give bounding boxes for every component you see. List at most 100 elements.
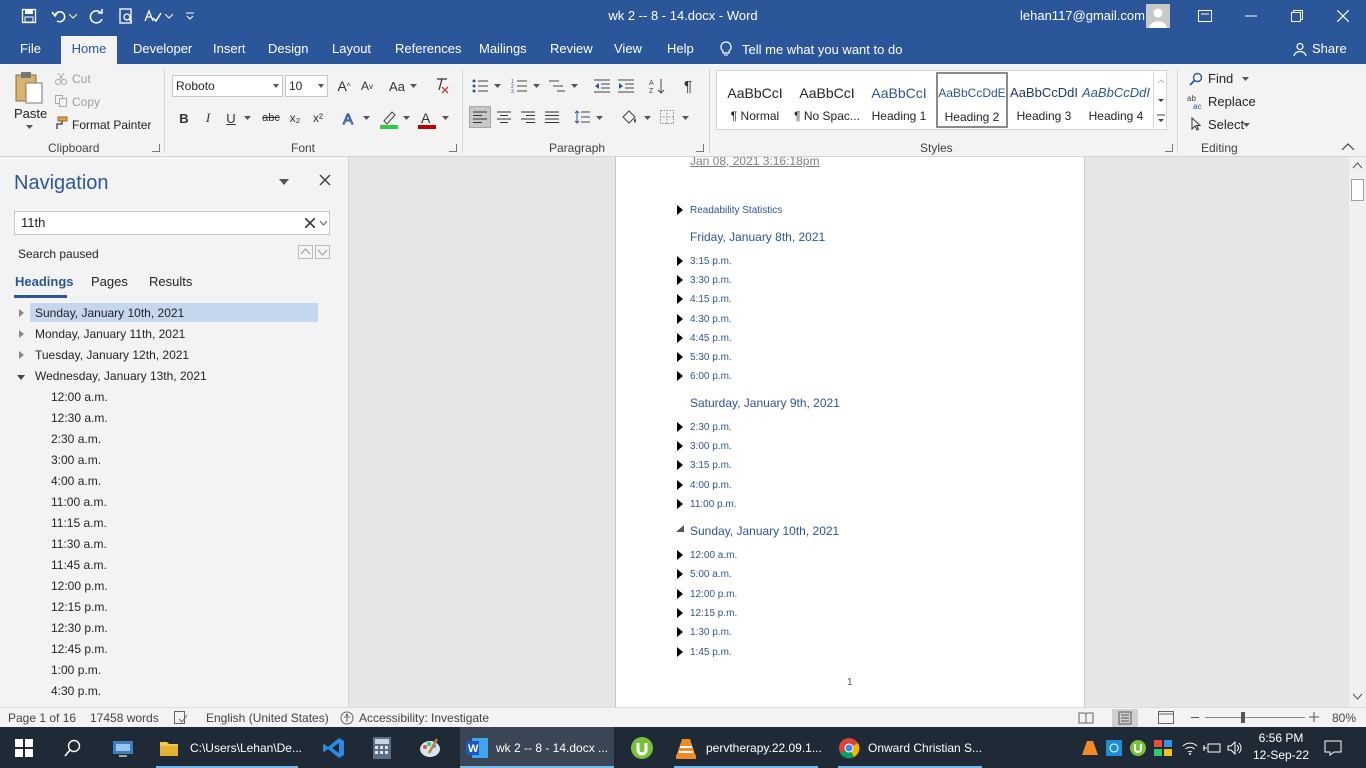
format-painter-button[interactable]: Format Painter bbox=[72, 118, 151, 132]
tray-vlc-icon[interactable] bbox=[1082, 727, 1098, 768]
tab-headings[interactable]: Headings bbox=[15, 274, 74, 289]
nav-subheading-item[interactable]: 11:45 a.m. bbox=[51, 558, 107, 572]
shrink-font-button[interactable]: Av bbox=[357, 75, 377, 97]
web-layout-icon[interactable] bbox=[1158, 711, 1174, 724]
strikethrough-button[interactable]: abc bbox=[260, 108, 282, 128]
expand-time-icon[interactable] bbox=[677, 441, 683, 452]
tell-me-search[interactable]: Tell me what you want to do bbox=[720, 41, 902, 57]
nav-subheading-item[interactable]: 3:00 a.m. bbox=[51, 453, 101, 467]
zoom-out-icon[interactable] bbox=[1191, 717, 1199, 718]
expand-time-icon[interactable] bbox=[677, 607, 683, 618]
clock-time[interactable]: 6:56 PM bbox=[1250, 731, 1312, 745]
nav-subheading-item[interactable]: 12:30 p.m. bbox=[51, 621, 108, 635]
utorrent-icon[interactable] bbox=[628, 727, 656, 768]
find-button[interactable]: Find bbox=[1208, 71, 1233, 86]
share-button[interactable]: Share bbox=[1293, 41, 1347, 56]
tab-view[interactable]: View bbox=[614, 41, 642, 56]
expand-heading-icon[interactable] bbox=[19, 351, 24, 359]
paste-label[interactable]: Paste bbox=[14, 106, 47, 121]
change-case-button[interactable]: Aa bbox=[386, 75, 408, 97]
styles-launcher-icon[interactable] bbox=[1165, 144, 1173, 152]
clock-date[interactable]: 12-Sep-22 bbox=[1250, 748, 1312, 762]
expand-time-icon[interactable] bbox=[677, 332, 683, 343]
search-icon[interactable] bbox=[60, 727, 86, 768]
decrease-indent-icon[interactable] bbox=[592, 76, 612, 96]
shading-dropdown-icon[interactable] bbox=[642, 115, 652, 121]
document-area[interactable]: Jan 08, 2021 3:16:18pm Readability Stati… bbox=[350, 157, 1349, 707]
previous-result-icon[interactable] bbox=[298, 245, 313, 259]
nav-subheading-item[interactable]: 12:15 p.m. bbox=[51, 600, 108, 614]
italic-button[interactable]: I bbox=[199, 108, 217, 128]
task-view-icon[interactable] bbox=[108, 727, 138, 768]
paint-icon[interactable] bbox=[416, 727, 444, 768]
style-heading-1[interactable]: AaBbCcI Heading 1 bbox=[863, 71, 935, 129]
copy-button[interactable]: Copy bbox=[72, 95, 100, 109]
numbering-dropdown-icon[interactable] bbox=[531, 83, 541, 89]
nav-subheading-item[interactable]: 4:00 a.m. bbox=[51, 474, 101, 488]
expand-time-icon[interactable] bbox=[677, 460, 683, 471]
tab-layout[interactable]: Layout bbox=[332, 41, 371, 56]
expand-time-icon[interactable] bbox=[677, 256, 683, 266]
vertical-scrollbar[interactable] bbox=[1349, 157, 1366, 707]
nav-subheading-item[interactable]: 11:15 a.m. bbox=[51, 516, 107, 530]
font-size-combo[interactable]: 10 bbox=[285, 75, 328, 97]
accessibility-status[interactable]: Accessibility: Investigate bbox=[359, 711, 489, 725]
sort-icon[interactable]: AZ bbox=[647, 76, 667, 96]
expand-time-icon[interactable] bbox=[677, 550, 683, 560]
multilevel-dropdown-icon[interactable] bbox=[569, 83, 579, 89]
nav-heading-item[interactable]: Wednesday, January 13th, 2021 bbox=[35, 369, 207, 383]
font-launcher-icon[interactable] bbox=[449, 144, 457, 152]
expand-time-icon[interactable] bbox=[677, 479, 683, 490]
word-count[interactable]: 17458 words bbox=[90, 711, 159, 725]
windows-start-icon[interactable] bbox=[12, 727, 36, 768]
nav-subheading-item[interactable]: 4:30 p.m. bbox=[51, 684, 101, 698]
text-effects-icon[interactable]: A bbox=[340, 108, 360, 128]
align-center-icon[interactable] bbox=[494, 107, 514, 127]
read-mode-icon[interactable] bbox=[1078, 711, 1094, 724]
style-normal[interactable]: AaBbCcI ¶ Normal bbox=[719, 71, 791, 129]
calculator-icon[interactable] bbox=[368, 727, 396, 768]
close-icon[interactable] bbox=[1320, 0, 1366, 32]
tab-home[interactable]: Home bbox=[61, 36, 117, 64]
tab-design[interactable]: Design bbox=[268, 41, 308, 56]
wifi-icon[interactable] bbox=[1182, 727, 1198, 768]
styles-scroll[interactable] bbox=[1153, 71, 1167, 129]
change-case-dropdown-icon[interactable] bbox=[408, 83, 418, 89]
print-layout-icon[interactable] bbox=[1112, 709, 1138, 727]
grow-font-button[interactable]: A ^ bbox=[334, 75, 354, 97]
expand-time-icon[interactable] bbox=[677, 646, 683, 657]
tab-mailings[interactable]: Mailings bbox=[479, 41, 527, 56]
nav-heading-item[interactable]: Sunday, January 10th, 2021 bbox=[35, 306, 184, 320]
taskbar-file-explorer[interactable]: C:\Users\Lehan\De... bbox=[152, 727, 302, 768]
scroll-up-icon[interactable] bbox=[1352, 161, 1363, 169]
collapse-heading-icon[interactable] bbox=[17, 375, 25, 380]
style-heading-4[interactable]: AaBbCcDdI Heading 4 bbox=[1080, 71, 1152, 129]
find-dropdown-icon[interactable] bbox=[1240, 76, 1250, 82]
expand-time-icon[interactable] bbox=[677, 371, 683, 382]
expand-time-icon[interactable] bbox=[677, 422, 683, 432]
expand-heading-icon[interactable] bbox=[19, 309, 24, 317]
zoom-slider[interactable] bbox=[1205, 717, 1305, 718]
minimize-icon[interactable] bbox=[1228, 0, 1274, 32]
avatar[interactable] bbox=[1146, 4, 1170, 28]
font-color-icon[interactable]: A bbox=[416, 108, 438, 130]
vscode-icon[interactable] bbox=[320, 727, 348, 768]
bullets-dropdown-icon[interactable] bbox=[492, 83, 502, 89]
tray-app-icon[interactable] bbox=[1106, 727, 1122, 768]
ribbon-display-options-icon[interactable] bbox=[1182, 0, 1228, 32]
clear-search-icon[interactable] bbox=[305, 218, 317, 230]
multilevel-list-icon[interactable] bbox=[547, 76, 567, 96]
zoom-level[interactable]: 80% bbox=[1332, 711, 1356, 725]
collapse-ribbon-icon[interactable] bbox=[1340, 140, 1356, 152]
style-heading-2[interactable]: AaBbCcDdE Heading 2 bbox=[936, 72, 1008, 128]
tab-results[interactable]: Results bbox=[149, 274, 192, 289]
replace-button[interactable]: Replace bbox=[1208, 94, 1256, 109]
show-formatting-marks-icon[interactable]: ¶ bbox=[678, 76, 698, 96]
expand-time-icon[interactable] bbox=[677, 627, 683, 638]
expand-time-icon[interactable] bbox=[677, 569, 683, 580]
tab-review[interactable]: Review bbox=[550, 41, 593, 56]
nav-subheading-item[interactable]: 12:30 a.m. bbox=[51, 411, 108, 425]
underline-button[interactable]: U bbox=[222, 108, 240, 128]
tab-file[interactable]: File bbox=[20, 41, 41, 56]
tab-references[interactable]: References bbox=[395, 41, 461, 56]
